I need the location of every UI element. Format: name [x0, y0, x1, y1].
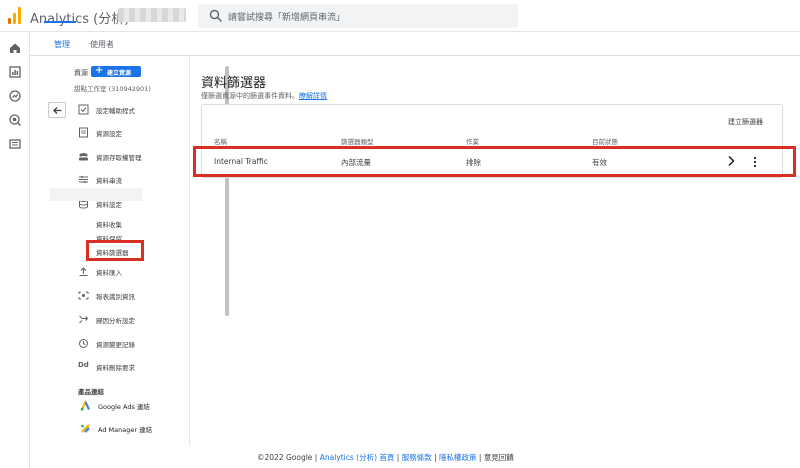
- create-filter-button[interactable]: 建立篩選器: [728, 117, 763, 127]
- menu-item-label: 資料刪除要求: [96, 364, 135, 372]
- tab-admin[interactable]: 管理: [54, 39, 70, 50]
- admin-tabs: 管理 使用者: [30, 32, 800, 56]
- column-header-name: 名稱: [214, 138, 227, 146]
- highlight-box-data-filters: [86, 240, 144, 261]
- footer-analytics-home-link[interactable]: Analytics (分析) 首頁: [320, 453, 395, 462]
- menu-item-label: 資源設定: [96, 130, 122, 138]
- menu-item-label: Ad Manager 連結: [98, 426, 153, 434]
- column-header-filter-type: 篩選器類型: [341, 138, 374, 146]
- history-icon: [79, 339, 88, 348]
- streams-icon: [79, 176, 88, 183]
- menu-item-label: 設定輔助程式: [96, 107, 135, 115]
- home-icon[interactable]: [8, 41, 22, 55]
- description-text: 僅篩選資源中的篩選事件資料。: [201, 92, 299, 100]
- people-icon: [79, 152, 88, 161]
- column-header-status: 目前狀態: [592, 138, 618, 146]
- property-label: 資源: [74, 69, 88, 77]
- ad-manager-icon: [81, 424, 90, 433]
- create-property-button[interactable]: + 建立資源: [91, 65, 141, 77]
- highlight-box-filter-row: [193, 146, 796, 177]
- menu-item-label: 資料串流: [96, 177, 122, 185]
- page-title: 資料篩選器: [201, 76, 267, 91]
- footer-privacy-link[interactable]: 隱私權政策: [439, 453, 477, 462]
- document-icon: [79, 127, 88, 138]
- menu-item-label: 歸因分析設定: [96, 317, 135, 325]
- menu-item-label: 資料匯入: [96, 269, 122, 277]
- search-placeholder: 請嘗試搜尋「新增網頁串流」: [228, 13, 346, 23]
- menu-item-label: 資源存取權管理: [96, 154, 142, 162]
- analytics-logo-icon[interactable]: [8, 7, 22, 24]
- active-sub-item-background: [50, 188, 142, 201]
- app-title[interactable]: Analytics (分析): [30, 8, 129, 27]
- reports-icon[interactable]: [8, 65, 22, 79]
- back-button[interactable]: [48, 102, 66, 118]
- plus-icon: +: [95, 65, 104, 76]
- footer-terms-link[interactable]: 服務條款: [402, 453, 432, 462]
- create-property-label: 建立資源: [107, 69, 132, 77]
- learn-more-link[interactable]: 瞭解詳情: [299, 92, 327, 100]
- dd-icon: Dd: [78, 361, 89, 369]
- footer-feedback-link[interactable]: 意見回饋: [484, 453, 514, 462]
- checklist-icon: [78, 104, 89, 115]
- identity-icon: [78, 291, 89, 300]
- arrow-back-icon: [53, 107, 62, 114]
- account-selector-redacted[interactable]: [118, 8, 186, 22]
- search-input[interactable]: 請嘗試搜尋「新增網頁串流」: [198, 4, 518, 28]
- google-ads-icon: [80, 400, 90, 411]
- advertising-icon[interactable]: [8, 113, 22, 127]
- sub-item-data-collection[interactable]: 資料收集: [96, 219, 122, 229]
- product-links-title: 產品連結: [78, 388, 104, 396]
- menu-item-label: 報表識別資訊: [96, 293, 135, 301]
- active-tab-indicator: [44, 21, 76, 23]
- footer: ©2022 Google | Analytics (分析) 首頁 | 服務條款 …: [257, 453, 514, 462]
- tab-users[interactable]: 使用者: [90, 39, 114, 50]
- list-icon[interactable]: [8, 137, 22, 151]
- top-bar: Analytics (分析) 請嘗試搜尋「新增網頁串流」: [0, 0, 800, 32]
- upload-icon: [79, 267, 88, 276]
- explore-icon[interactable]: [8, 89, 22, 103]
- page-description: 僅篩選資源中的篩選事件資料。瞭解詳情: [201, 91, 327, 101]
- menu-item-label: Google Ads 連結: [98, 403, 150, 411]
- attribution-icon: [79, 315, 89, 324]
- left-nav-rail: [0, 32, 30, 468]
- property-name[interactable]: 甜點工作室 (310942901): [74, 83, 151, 93]
- column-header-operation: 作業: [466, 138, 479, 146]
- footer-copyright: ©2022 Google |: [257, 453, 318, 462]
- menu-item-label: 資源變更記錄: [96, 341, 135, 349]
- search-icon: [209, 9, 222, 22]
